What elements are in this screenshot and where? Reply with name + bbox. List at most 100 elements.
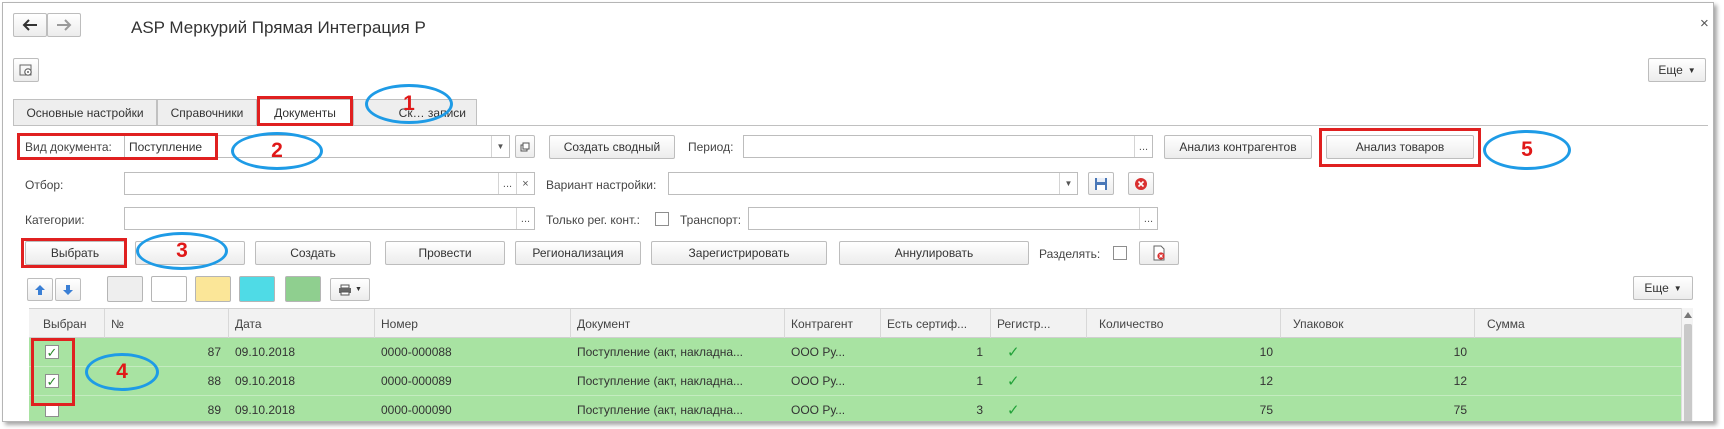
chevron-down-icon: ▼ (1673, 283, 1682, 293)
col-counterparty[interactable]: Контрагент (785, 309, 881, 338)
close-icon[interactable]: × (1700, 15, 1709, 32)
cell-num: 88 (207, 374, 221, 388)
hidden-button[interactable] (135, 241, 245, 265)
cell-number: 0000-000089 (381, 374, 452, 388)
transport-picker-button[interactable]: ... (1139, 208, 1157, 229)
save-settings-button[interactable] (1088, 172, 1114, 195)
color-swatch-yellow[interactable] (195, 276, 231, 302)
tab-documents[interactable]: Документы (257, 99, 353, 126)
move-down-button[interactable] (55, 278, 81, 301)
move-up-button[interactable] (27, 278, 53, 301)
print-button[interactable]: ▼ (330, 278, 370, 301)
analyze-goods-button[interactable]: Анализ товаров (1326, 135, 1474, 159)
more-button[interactable]: Еще ▼ (1648, 58, 1706, 82)
cell-sum (1475, 396, 1681, 421)
create-button[interactable]: Создать (255, 241, 371, 265)
transport-field[interactable]: ... (748, 207, 1158, 230)
filter-label: Отбор: (25, 178, 64, 192)
col-sum[interactable]: Сумма (1475, 309, 1681, 338)
col-document[interactable]: Документ (571, 309, 785, 338)
scroll-up-icon[interactable] (1684, 312, 1692, 318)
cell-qty: 75 (1259, 403, 1273, 417)
delete-settings-button[interactable] (1128, 172, 1154, 195)
filter-clear-button[interactable]: × (516, 173, 534, 194)
doc-type-label: Вид документа: (25, 140, 112, 154)
cell-qty: 12 (1259, 374, 1273, 388)
scroll-thumb[interactable] (1684, 324, 1692, 421)
printer-icon (339, 284, 352, 295)
cell-counterparty: ООО Ру... (791, 403, 846, 417)
row-select-checkbox[interactable] (45, 403, 59, 417)
select-button[interactable]: Выбрать (25, 241, 125, 265)
color-swatch-gray[interactable] (107, 276, 143, 302)
arrow-right-icon (57, 19, 72, 31)
check-icon: ✓ (46, 373, 58, 389)
col-num[interactable]: № (105, 309, 229, 338)
analyze-counterparties-button[interactable]: Анализ контрагентов (1164, 135, 1312, 159)
col-selected[interactable]: Выбран (29, 309, 105, 338)
back-button[interactable] (13, 13, 47, 37)
color-swatch-green[interactable] (285, 276, 321, 302)
period-label: Период: (688, 140, 734, 154)
color-swatch-white[interactable] (151, 276, 187, 302)
tab-directories[interactable]: Справочники (157, 99, 257, 125)
delete-doc-button[interactable] (1139, 241, 1179, 265)
dropdown-icon[interactable]: ▼ (491, 136, 509, 157)
table-row[interactable]: ✓ 87 09.10.2018 0000-000088 Поступление … (29, 338, 1681, 367)
chevron-down-icon: ▼ (1687, 65, 1696, 75)
post-button[interactable]: Провести (385, 241, 505, 265)
variant-dropdown-icon[interactable]: ▼ (1059, 173, 1077, 194)
open-icon-button[interactable] (515, 135, 535, 158)
period-field[interactable]: ... (743, 135, 1153, 158)
period-picker-button[interactable]: ... (1134, 136, 1152, 157)
arrow-left-icon (22, 19, 37, 31)
cell-counterparty: ООО Ру... (791, 374, 846, 388)
annotation-5: 5 (1483, 130, 1571, 170)
delete-icon (1135, 177, 1147, 190)
col-packs[interactable]: Упаковок (1281, 309, 1475, 338)
tab-records[interactable]: Ск… записи (353, 99, 477, 125)
cancel-button[interactable]: Аннулировать (839, 241, 1029, 265)
color-swatch-cyan[interactable] (239, 276, 275, 302)
row-select-checkbox[interactable]: ✓ (45, 374, 59, 388)
row-select-checkbox[interactable]: ✓ (45, 345, 59, 359)
table-row[interactable]: ✓ 88 09.10.2018 0000-000089 Поступление … (29, 367, 1681, 396)
only-reg-label: Только рег. конт.: (546, 213, 640, 227)
col-number[interactable]: Номер (375, 309, 571, 338)
check-icon: ✓ (1007, 344, 1020, 361)
col-qty[interactable]: Количество (1087, 309, 1281, 338)
col-registered[interactable]: Регистр... (991, 309, 1087, 338)
filter-picker-button[interactable]: ... (498, 173, 516, 194)
split-checkbox[interactable] (1113, 246, 1127, 260)
col-cert[interactable]: Есть сертиф... (881, 309, 991, 338)
arrow-up-icon (35, 284, 45, 295)
categories-picker-button[interactable]: ... (516, 208, 534, 229)
grid-more-button[interactable]: Еще ▼ (1633, 276, 1693, 300)
check-icon: ✓ (1007, 373, 1020, 390)
only-reg-checkbox[interactable] (655, 212, 669, 226)
col-date[interactable]: Дата (229, 309, 375, 338)
filter-field[interactable]: × ... (124, 172, 535, 195)
forward-button[interactable] (47, 13, 81, 37)
register-button[interactable]: Зарегистрировать (651, 241, 827, 265)
transport-label: Транспорт: (680, 213, 742, 227)
create-summary-button[interactable]: Создать сводный (549, 135, 675, 159)
settings-button[interactable] (13, 58, 39, 82)
categories-field[interactable]: ... (124, 207, 535, 230)
arrow-down-icon (63, 284, 73, 295)
variant-field[interactable]: ▼ (668, 172, 1078, 195)
table-scrollbar[interactable] (1681, 308, 1693, 421)
split-label: Разделять: (1039, 247, 1101, 261)
table-row[interactable]: 89 09.10.2018 0000-000090 Поступление (а… (29, 396, 1681, 421)
doc-type-field[interactable]: Поступление ▼ (124, 135, 510, 158)
open-window-icon (520, 142, 530, 151)
cell-document: Поступление (акт, накладна... (577, 345, 743, 359)
cell-cert: 1 (976, 374, 983, 388)
cell-sum (1475, 367, 1681, 395)
cell-sum (1475, 338, 1681, 366)
table-header: Выбран № Дата Номер Документ Контрагент … (29, 308, 1681, 338)
cell-date: 09.10.2018 (235, 345, 296, 359)
cell-number: 0000-000088 (381, 345, 452, 359)
regionalize-button[interactable]: Регионализация (515, 241, 641, 265)
tab-main-settings[interactable]: Основные настройки (13, 99, 157, 125)
